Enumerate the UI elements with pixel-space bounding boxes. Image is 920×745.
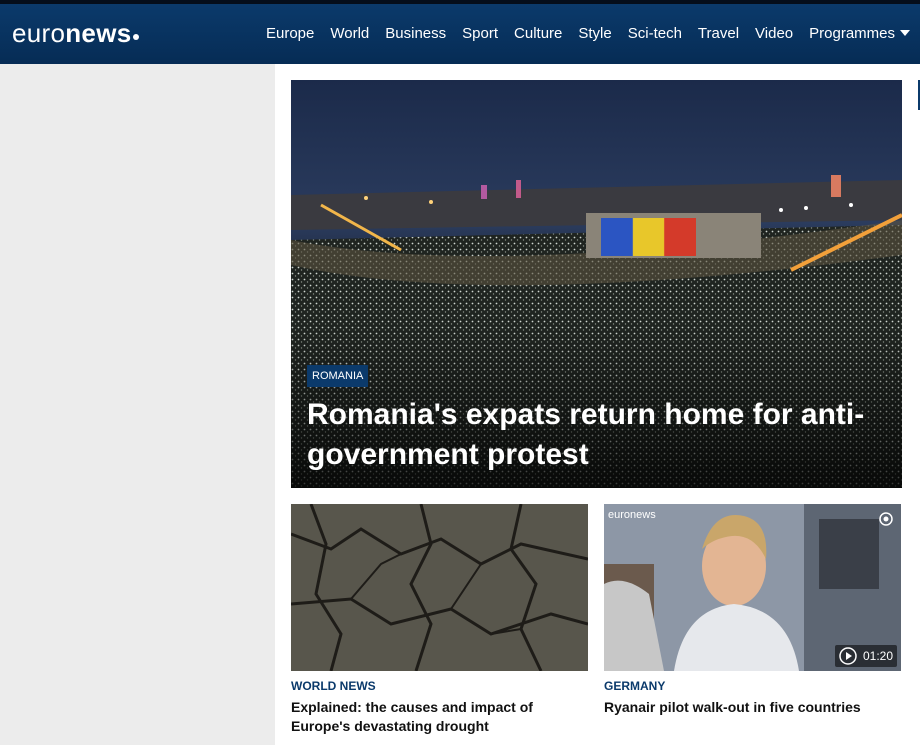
category-badge[interactable]: ROMANIA: [307, 365, 369, 387]
card-headline[interactable]: Ryanair pilot walk-out in five countries: [604, 698, 901, 717]
logo-bold-text: news: [65, 18, 132, 48]
logo-dot: [133, 34, 140, 40]
video-watermark: euronews: [608, 509, 656, 521]
card-thumbnail[interactable]: euronews 01:20: [604, 504, 901, 671]
card-thumbnail[interactable]: [291, 504, 588, 671]
news-card[interactable]: WORLD NEWS Explained: the causes and imp…: [291, 504, 588, 736]
chevron-down-icon: [900, 30, 910, 36]
nav-programmes-label: Programmes: [809, 25, 895, 42]
nav-culture[interactable]: Culture: [506, 25, 570, 42]
card-category[interactable]: WORLD NEWS: [291, 679, 588, 693]
nav-europe[interactable]: Europe: [258, 25, 322, 42]
duration-text: 01:20: [862, 649, 893, 663]
card-category[interactable]: GERMANY: [604, 679, 901, 693]
hero-article[interactable]: ROMANIA Romania's expats return home for…: [291, 80, 902, 488]
site-header: euronews Europe World Business Sport Cul…: [0, 4, 920, 64]
nav-sci-tech[interactable]: Sci-tech: [620, 25, 690, 42]
nav-travel[interactable]: Travel: [690, 25, 747, 42]
main-nav: Europe World Business Sport Culture Styl…: [258, 25, 910, 42]
nav-sport[interactable]: Sport: [454, 25, 506, 42]
news-card[interactable]: euronews 01:20 GERMANY Ryanair pilot wal…: [604, 504, 901, 717]
logo-light-text: euro: [12, 18, 66, 48]
nav-business[interactable]: Business: [377, 25, 454, 42]
card-headline[interactable]: Explained: the causes and impact of Euro…: [291, 698, 588, 736]
main-content: ROMANIA Romania's expats return home for…: [275, 64, 920, 745]
drought-image: [291, 504, 588, 671]
euronews-logo[interactable]: euronews: [12, 18, 140, 48]
hero-headline[interactable]: Romania's expats return home for anti-go…: [307, 395, 867, 475]
video-duration: 01:20: [834, 645, 897, 667]
nav-programmes[interactable]: Programmes: [801, 25, 910, 42]
left-sidebar: [0, 64, 275, 745]
nav-style[interactable]: Style: [570, 25, 619, 42]
nav-video[interactable]: Video: [747, 25, 801, 42]
nav-world[interactable]: World: [322, 25, 377, 42]
euronews-live-icon: [879, 512, 893, 526]
play-icon[interactable]: [839, 647, 857, 665]
